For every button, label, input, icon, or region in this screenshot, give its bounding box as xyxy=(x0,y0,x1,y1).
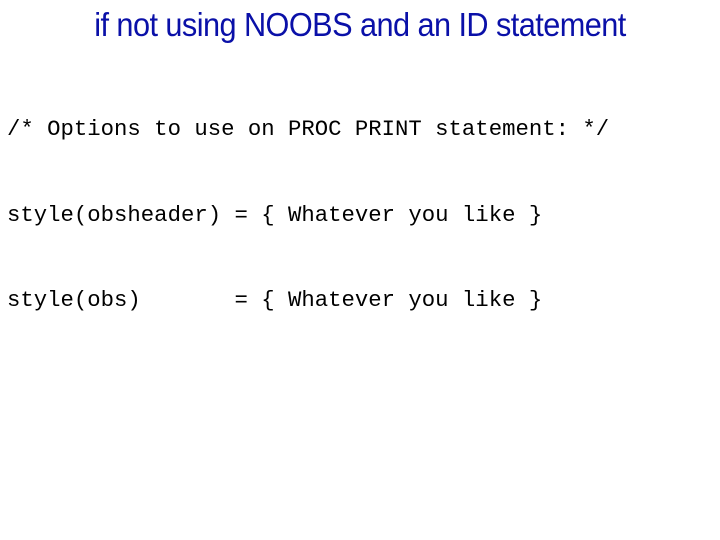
code-line-obsheader: style(obsheader) = { Whatever you like } xyxy=(7,201,543,228)
code-comment-line: /* Options to use on PROC PRINT statemen… xyxy=(7,116,610,142)
code-line-obs: style(obs) = { Whatever you like } xyxy=(7,287,543,313)
code-block: /* Options to use on PROC PRINT statemen… xyxy=(7,58,609,372)
slide-title: if not using NOOBS and an ID statement xyxy=(94,6,626,43)
